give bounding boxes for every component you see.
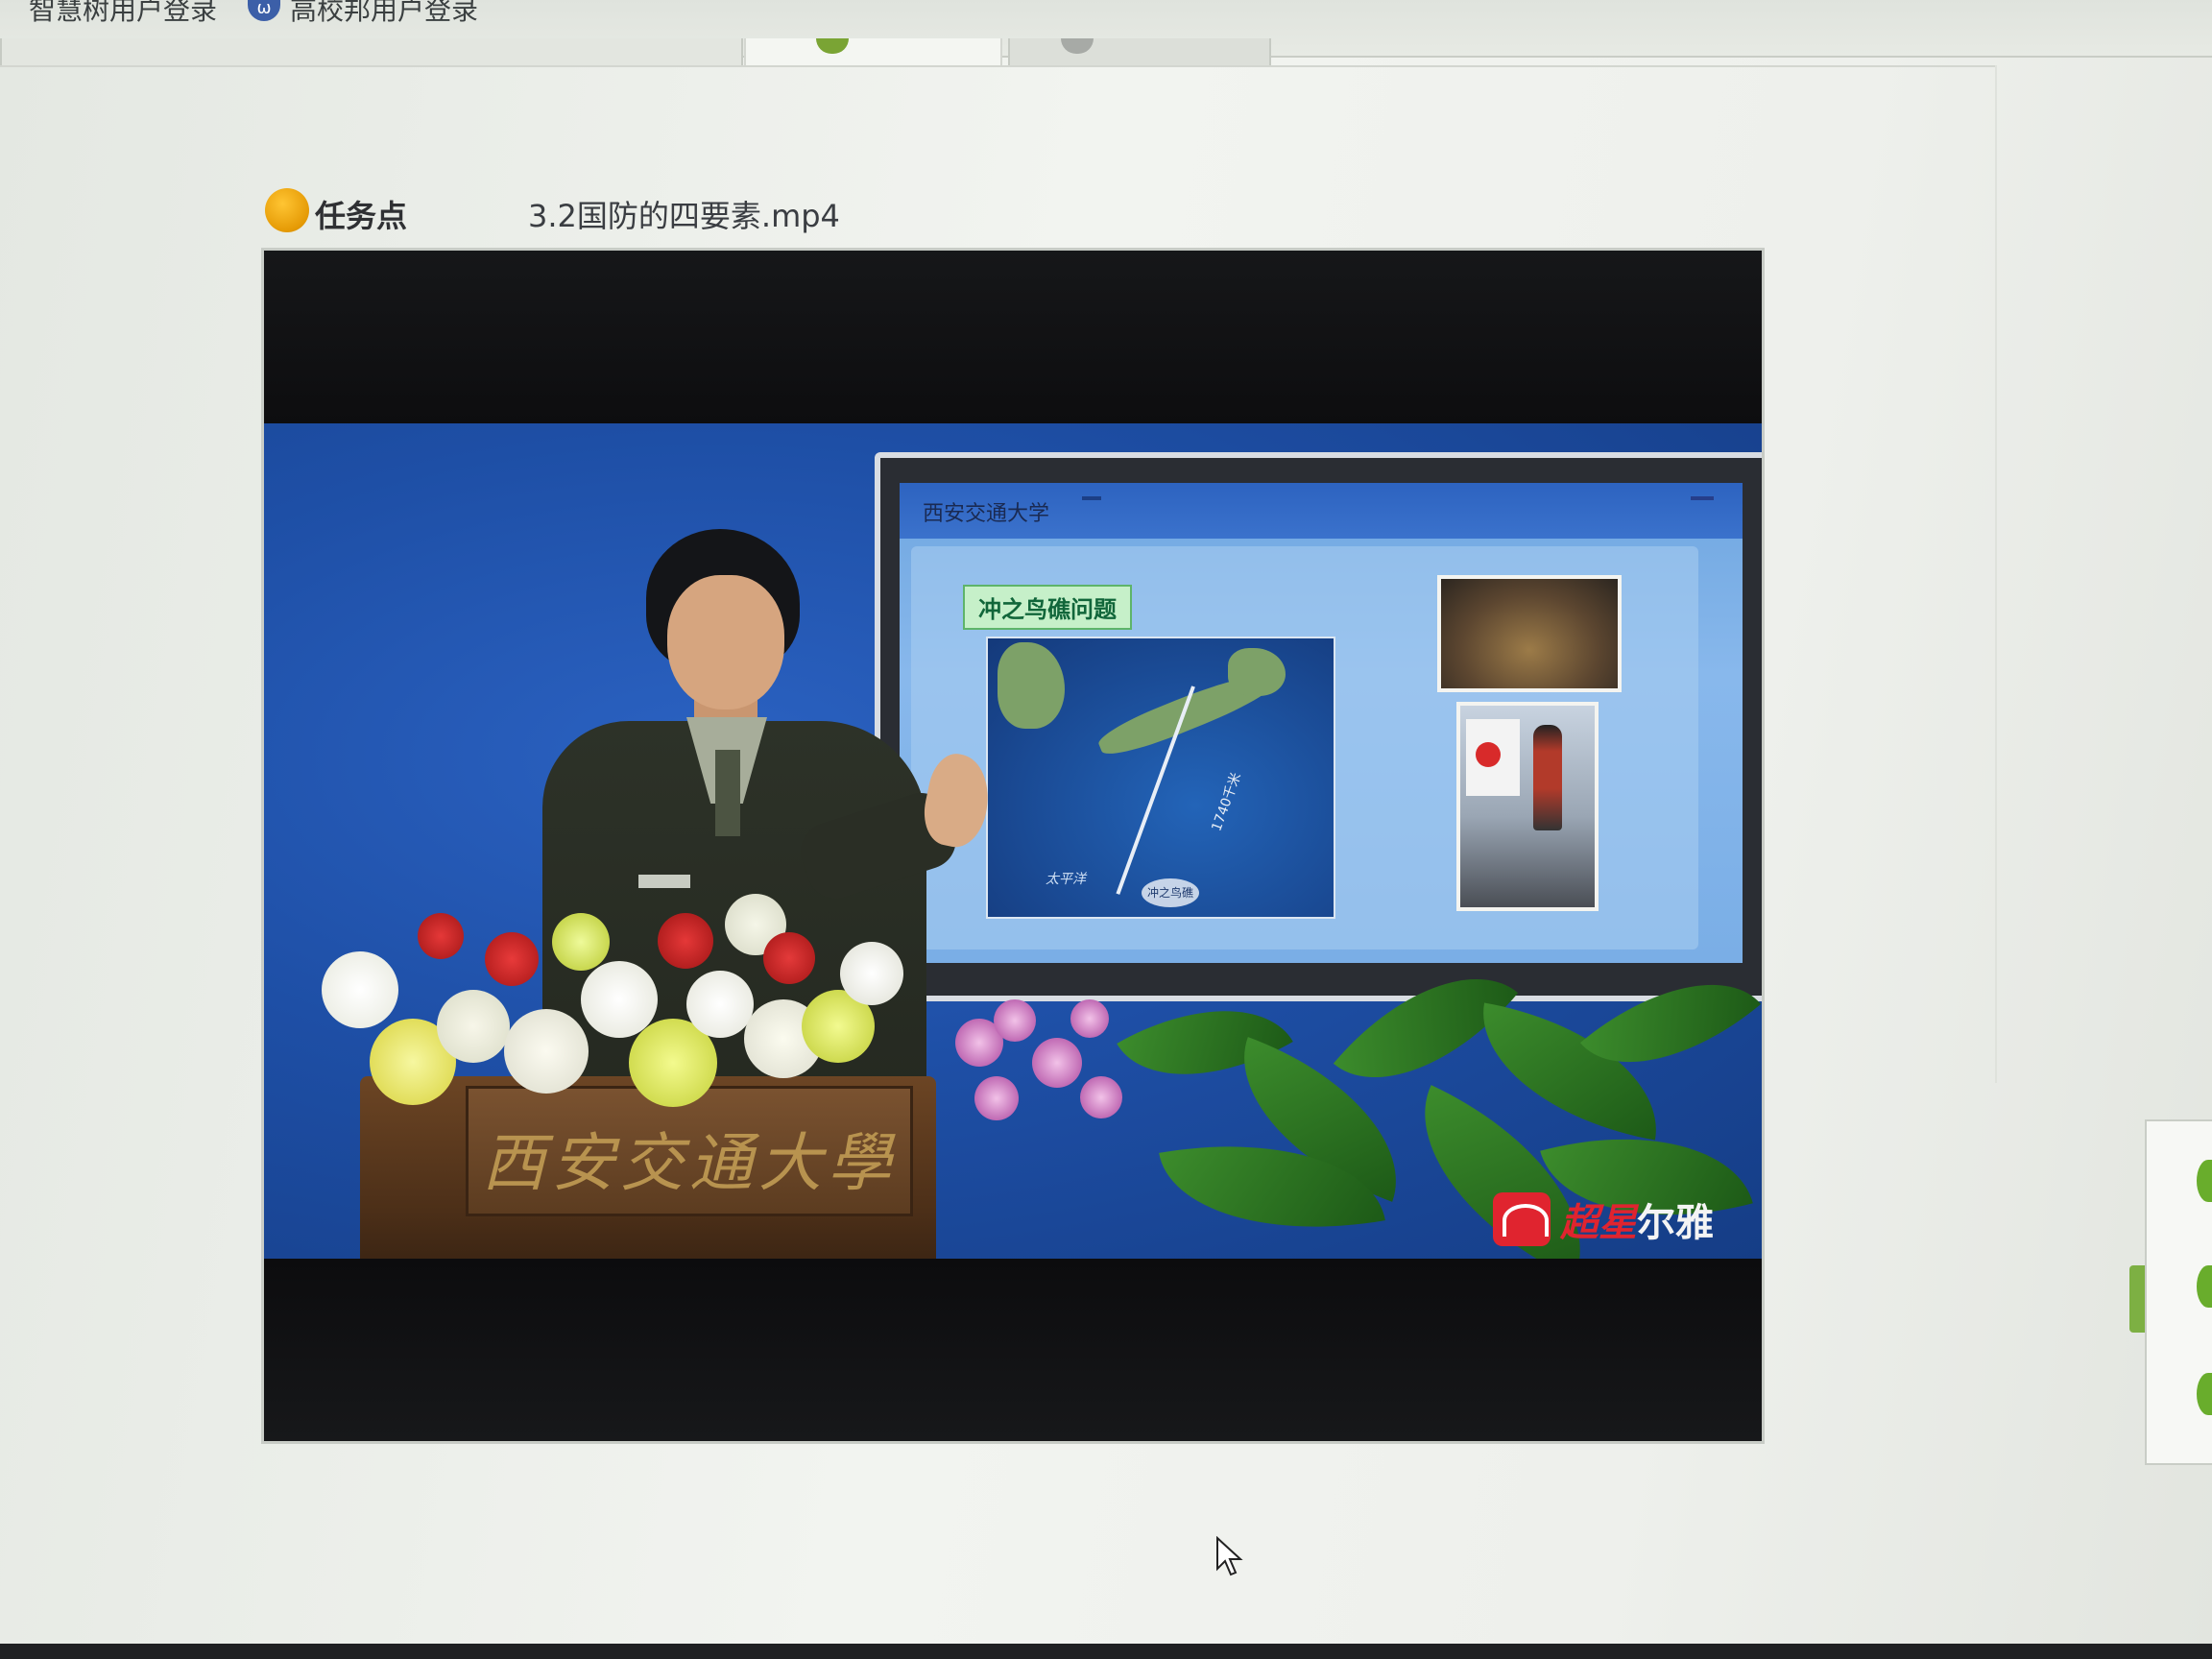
- slide-photo-reef: [1437, 575, 1622, 692]
- orchid: [994, 999, 1036, 1042]
- red-rose: [763, 932, 815, 984]
- bookmark-gaoxiaobang[interactable]: ω 高校邦用户登录: [248, 0, 478, 24]
- white-rose: [686, 971, 754, 1038]
- tab-2-active[interactable]: [744, 38, 1002, 67]
- task-point-label: 任务点: [315, 198, 408, 234]
- video-player[interactable]: 西安交通大学 冲之鸟礁问题 1740千米 太平洋 冲之鸟礁 西安交通大學 超星尔…: [261, 248, 1765, 1444]
- divider: [0, 65, 1997, 67]
- taskbar-edge: [0, 1644, 2212, 1659]
- side-toolbar-icon[interactable]: [2197, 1265, 2212, 1308]
- slide-header: 西安交通大学: [900, 483, 1743, 539]
- gaoxiaobang-icon: ω: [248, 0, 280, 21]
- map-ocean-label: 太平洋: [1046, 872, 1086, 887]
- side-toolbar-handle[interactable]: [2129, 1265, 2145, 1333]
- bookmark-label: 高校邦用户登录: [290, 0, 479, 26]
- lecture-slide: 西安交通大学 冲之鸟礁问题 1740千米 太平洋 冲之鸟礁: [900, 483, 1743, 963]
- tab-1[interactable]: [0, 38, 743, 67]
- map-distance-label: 1740千米: [1209, 770, 1245, 833]
- mouse-cursor-icon: [1216, 1536, 1243, 1576]
- lecturer-face: [667, 575, 784, 709]
- white-lily: [840, 942, 903, 1005]
- lecturer-tie: [715, 750, 740, 836]
- slide-university-name: 西安交通大学: [923, 502, 1050, 526]
- lecture-monitor: 西安交通大学 冲之鸟礁问题 1740千米 太平洋 冲之鸟礁: [875, 452, 1762, 1001]
- bookmark-label: 智慧树用户登录: [29, 0, 218, 26]
- video-frame[interactable]: 西安交通大学 冲之鸟礁问题 1740千米 太平洋 冲之鸟礁 西安交通大學 超星尔…: [264, 423, 1762, 1259]
- photo-person: [1533, 725, 1562, 830]
- flag-image: [1466, 719, 1520, 796]
- letterbox-top: [264, 251, 1762, 423]
- white-lily: [322, 951, 398, 1028]
- white-rose: [504, 1009, 589, 1094]
- task-point-icon: [265, 188, 309, 232]
- slide-section-tag: [1691, 496, 1714, 500]
- side-toolbar-icon[interactable]: [2197, 1160, 2212, 1202]
- orchid: [1070, 999, 1109, 1038]
- map-landmass: [998, 642, 1065, 729]
- letterbox-bottom: [264, 1259, 1762, 1441]
- browser-window: 智慧树用户登录 ω 高校邦用户登录 任务点 3.2国防的四要素.mp4 西安交通大…: [0, 0, 2212, 1659]
- yellow-rose: [552, 913, 610, 971]
- tab-3[interactable]: [1008, 38, 1271, 67]
- flower-bouquet: [264, 875, 936, 1124]
- red-rose: [418, 913, 464, 959]
- content-border: [1995, 65, 1997, 1083]
- slide-map-image: 1740千米 太平洋 冲之鸟礁: [986, 637, 1335, 919]
- chapter-tabs: [0, 38, 2212, 67]
- chaoxing-logo-icon: [1493, 1192, 1551, 1246]
- red-rose: [485, 932, 539, 986]
- bookmark-zhihuishu[interactable]: 智慧树用户登录: [29, 0, 217, 24]
- chaoxing-erya-watermark: 超星尔雅: [1493, 1191, 1714, 1249]
- side-toolbar: [2129, 1119, 2212, 1465]
- podium-text: 西安交通大學: [482, 1126, 897, 1200]
- slide-title: 冲之鸟礁问题: [963, 585, 1132, 630]
- watermark-text: 超星尔雅: [1560, 1201, 1714, 1245]
- map-landmass: [1228, 648, 1286, 696]
- orchid: [1032, 1038, 1082, 1088]
- white-rose: [437, 990, 510, 1063]
- side-toolbar-icon[interactable]: [2197, 1373, 2212, 1415]
- map-island-label: 冲之鸟礁: [1142, 878, 1199, 907]
- slide-photo-flag: [1456, 702, 1599, 911]
- orchid: [1080, 1076, 1122, 1118]
- slide-course-tag: [1082, 496, 1101, 500]
- video-file-name: 3.2国防的四要素.mp4: [528, 198, 840, 234]
- orchid: [974, 1076, 1019, 1120]
- red-rose: [658, 913, 713, 969]
